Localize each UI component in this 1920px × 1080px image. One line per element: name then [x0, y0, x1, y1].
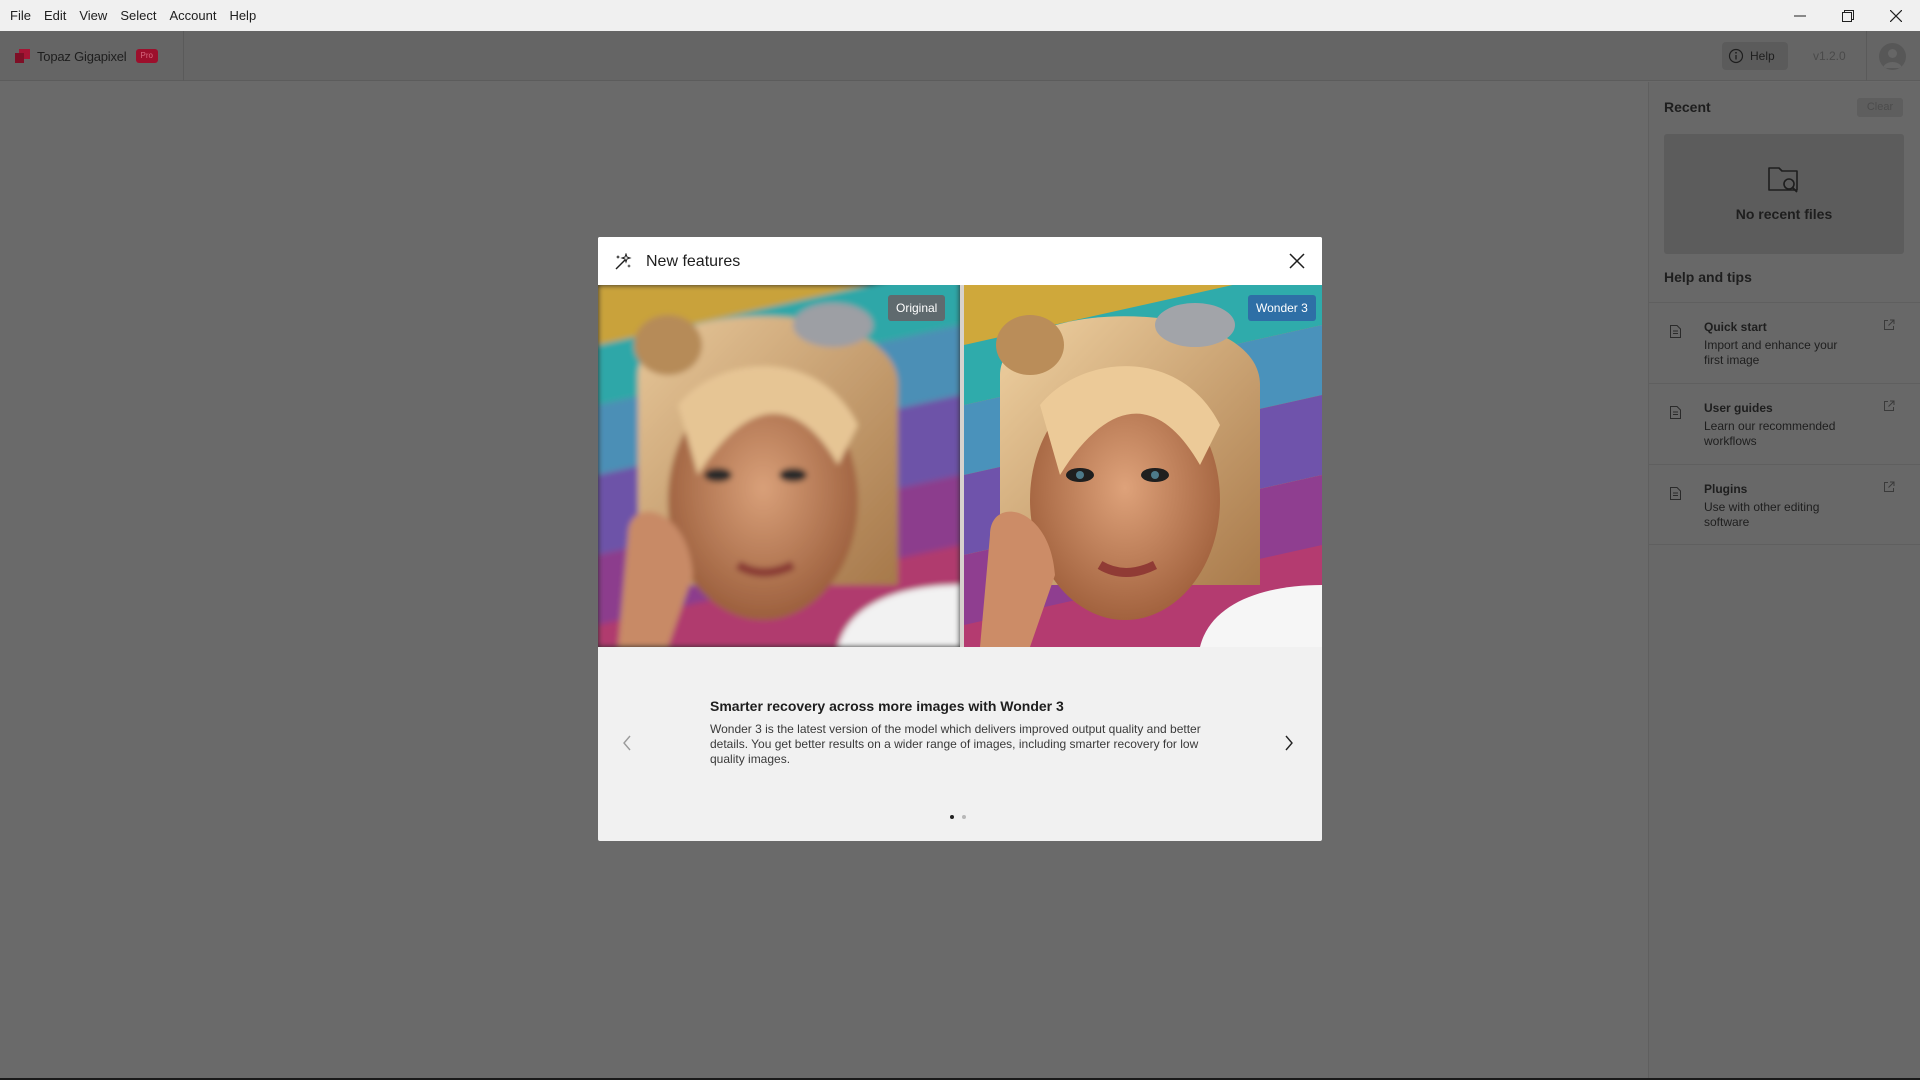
pagination-dot-active[interactable]: [950, 815, 954, 819]
feature-text: Wonder 3 is the latest version of the mo…: [710, 722, 1201, 766]
close-icon[interactable]: [1288, 252, 1306, 270]
pagination-dot[interactable]: [962, 815, 966, 819]
tip-description: Import and enhance your first image: [1704, 338, 1838, 367]
chevron-left-icon[interactable]: [622, 734, 632, 752]
tip-title: Quick start: [1704, 320, 1767, 334]
tip-quick-start[interactable]: Quick start Import and enhance your firs…: [1649, 302, 1920, 383]
menu-select[interactable]: Select: [114, 0, 162, 31]
chevron-right-icon[interactable]: [1284, 734, 1294, 752]
portrait-photo-enhanced: [964, 285, 1322, 647]
help-tips-title: Help and tips: [1664, 269, 1752, 285]
new-features-dialog: New features Original Wonder 3 Smarter r…: [598, 237, 1322, 841]
user-icon: [1883, 49, 1902, 68]
before-after-comparison[interactable]: Original Wonder 3: [598, 285, 1322, 647]
help-label: Help: [1750, 49, 1775, 63]
topaz-logo-icon: [15, 49, 30, 63]
external-link-icon: [1884, 319, 1895, 330]
close-window-button[interactable]: [1872, 0, 1920, 31]
menu-bar: File Edit View Select Account Help: [0, 0, 1920, 31]
info-icon: [1728, 48, 1744, 64]
header-divider: [183, 31, 184, 81]
sparkle-wand-icon: [615, 253, 632, 270]
tip-user-guides[interactable]: User guides Learn our recommended workfl…: [1649, 383, 1920, 464]
feature-title: Smarter recovery across more images with…: [710, 698, 1064, 714]
minimize-button[interactable]: [1776, 0, 1824, 31]
no-recent-files: No recent files: [1735, 206, 1833, 222]
original-label: Original: [888, 295, 946, 321]
avatar[interactable]: [1879, 43, 1906, 70]
tip-title: Plugins: [1704, 482, 1748, 496]
app-name: Topaz Gigapixel: [37, 48, 127, 64]
tip-description: Use with other editing software: [1704, 500, 1820, 529]
tip-plugins[interactable]: Plugins Use with other editing software: [1649, 464, 1920, 545]
enhanced-image: Wonder 3: [964, 285, 1322, 647]
restore-button[interactable]: [1824, 0, 1872, 31]
tip-description: Learn our recommended workflows: [1704, 419, 1836, 448]
document-icon: [1670, 487, 1681, 500]
recent-title: Recent: [1664, 99, 1711, 115]
dialog-header: New features: [598, 237, 1322, 285]
feature-description: Smarter recovery across more images with…: [710, 698, 1220, 767]
tip-title: User guides: [1704, 401, 1773, 415]
header-divider: [1866, 31, 1867, 81]
clear-button[interactable]: Clear: [1857, 98, 1903, 117]
document-icon: [1670, 325, 1681, 338]
minimize-icon: [1794, 15, 1806, 16]
enhanced-label: Wonder 3: [1248, 295, 1316, 321]
restore-icon: [1842, 9, 1854, 22]
help-button[interactable]: Help: [1722, 42, 1788, 70]
sidebar: Recent Clear No recent files Help and ti…: [1648, 82, 1920, 1079]
version-label: v1.2.0: [1813, 49, 1846, 63]
portrait-photo-original: [598, 285, 960, 647]
pro-badge: Pro: [135, 49, 158, 63]
close-icon: [1890, 9, 1902, 22]
menu-help[interactable]: Help: [223, 0, 262, 31]
external-link-icon: [1884, 400, 1895, 411]
menu-file[interactable]: File: [0, 0, 37, 31]
menu-edit[interactable]: Edit: [38, 0, 72, 31]
pagination-dots: [950, 815, 966, 819]
document-icon: [1670, 406, 1681, 419]
window-controls: [1776, 0, 1920, 31]
menu-account[interactable]: Account: [163, 0, 222, 31]
brand: Topaz Gigapixel Pro: [15, 31, 158, 81]
folder-search-icon: [1768, 167, 1798, 193]
dialog-title: New features: [646, 253, 741, 270]
external-link-icon: [1884, 481, 1895, 492]
recent-files-panel: No recent files: [1664, 134, 1904, 254]
app-header: Topaz Gigapixel Pro Help v1.2.0: [0, 31, 1920, 81]
original-image: Original: [598, 285, 960, 647]
menu-view[interactable]: View: [73, 0, 113, 31]
